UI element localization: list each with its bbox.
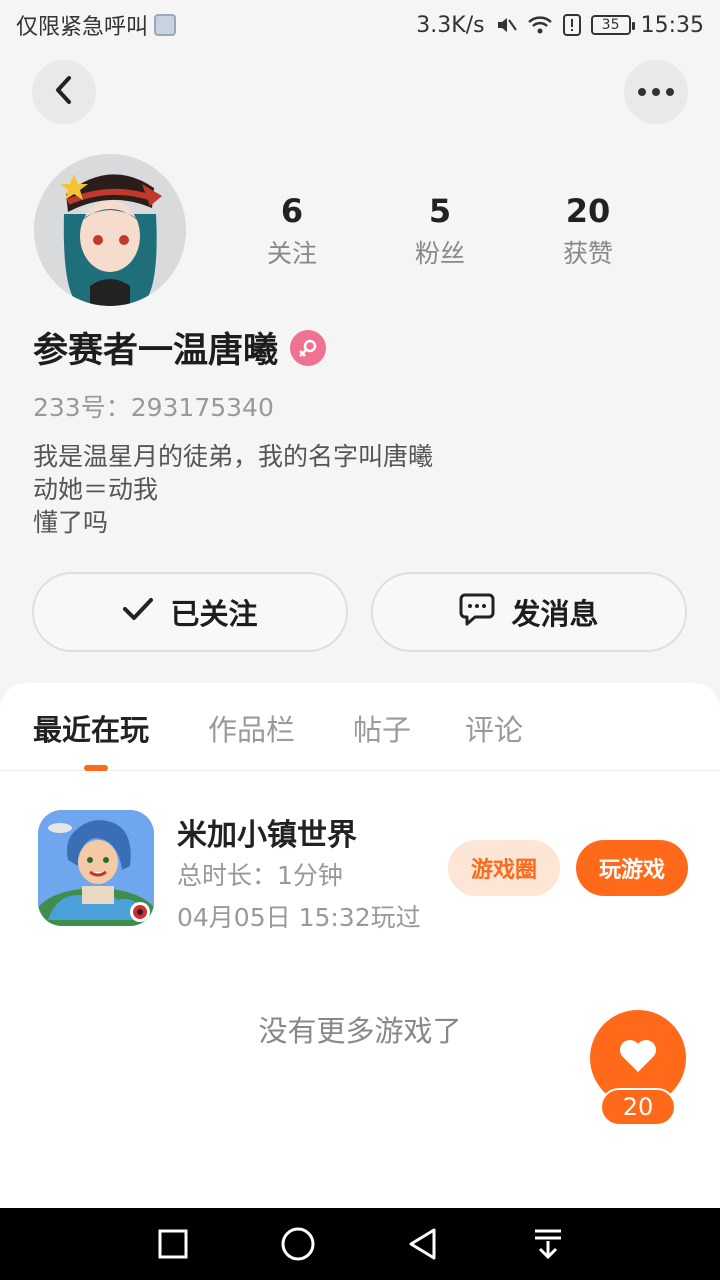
- status-right: 3.3K/s 35 15:35: [416, 13, 704, 38]
- stat-label: 关注: [266, 239, 317, 268]
- mute-icon: [495, 14, 517, 36]
- nav-back-button[interactable]: [393, 1214, 453, 1274]
- game-duration: 总时长：1分钟: [177, 861, 343, 890]
- username-row: 参赛者一温唐曦: [33, 322, 327, 373]
- profile-stats: 6 关注 5 粉丝 20 获赞: [218, 188, 662, 274]
- battery-icon: 35: [590, 15, 635, 35]
- tab-posts[interactable]: 帖子: [353, 707, 411, 749]
- game-icon[interactable]: [38, 810, 154, 926]
- send-message-label: 发消息: [511, 597, 599, 631]
- network-speed: 3.3K/s: [416, 12, 485, 38]
- game-circle-button[interactable]: 游戏圈: [448, 840, 560, 896]
- more-button[interactable]: [624, 60, 688, 124]
- heart-icon: [618, 1038, 658, 1078]
- clock: 15:35: [640, 12, 704, 38]
- avatar[interactable]: [34, 154, 186, 306]
- check-icon: [122, 595, 154, 629]
- carrier-text: 仅限紧急呼叫: [16, 15, 149, 40]
- stat-following[interactable]: 6 关注: [218, 188, 366, 274]
- game-last-played: 04月05日 15:32玩过: [177, 903, 421, 932]
- pull-down-icon: [534, 1229, 561, 1260]
- user-id: 233号：293175340: [33, 393, 274, 422]
- back-button[interactable]: [32, 60, 96, 124]
- stat-likes[interactable]: 20 获赞: [514, 188, 662, 274]
- tab-recent-play[interactable]: 最近在玩: [33, 707, 149, 749]
- active-tab-indicator: [84, 765, 108, 771]
- stat-label: 获赞: [562, 239, 613, 268]
- more-dots-icon: [638, 88, 674, 96]
- circle-icon: [281, 1227, 314, 1261]
- tab-bar: 最近在玩 作品栏 帖子 评论: [0, 683, 720, 771]
- system-nav-bar: [0, 1208, 720, 1280]
- tab-comments[interactable]: 评论: [465, 707, 523, 749]
- bio: 我是温星月的徒弟，我的名字叫唐曦 动她＝动我 懂了吗: [33, 440, 433, 539]
- send-message-button[interactable]: 发消息: [371, 572, 687, 652]
- battery-level: 35: [601, 17, 620, 33]
- content-panel: 最近在玩 作品栏 帖子 评论 米加小镇世界 总时长：1分钟 04月05日 15:…: [0, 683, 720, 1208]
- stat-followers[interactable]: 5 粉丝: [366, 188, 514, 274]
- play-game-button[interactable]: 玩游戏: [576, 840, 688, 896]
- status-bar: 仅限紧急呼叫 3.3K/s 35 15:35: [0, 0, 720, 50]
- home-button[interactable]: [268, 1214, 328, 1274]
- bio-line: 动她＝动我: [33, 475, 159, 504]
- status-left: 仅限紧急呼叫: [16, 9, 177, 41]
- following-label: 已关注: [170, 597, 258, 631]
- username: 参赛者一温唐曦: [33, 331, 279, 371]
- stat-value: 20: [565, 192, 611, 230]
- wifi-icon: [527, 14, 553, 36]
- chevron-left-icon: [53, 75, 75, 109]
- bio-line: 我是温星月的徒弟，我的名字叫唐曦: [33, 442, 434, 471]
- square-icon: [158, 1229, 187, 1259]
- female-icon: [290, 329, 327, 366]
- following-button[interactable]: 已关注: [32, 572, 348, 652]
- stat-label: 粉丝: [414, 239, 465, 268]
- notification-pull-button[interactable]: [518, 1214, 578, 1274]
- like-count-badge: 20: [600, 1088, 676, 1126]
- chat-bubble-icon: [459, 592, 495, 633]
- bio-line: 懂了吗: [33, 508, 109, 537]
- alert-icon: [562, 14, 581, 36]
- recent-apps-button[interactable]: [143, 1214, 203, 1274]
- tab-works[interactable]: 作品栏: [208, 707, 295, 749]
- stat-value: 5: [428, 192, 452, 230]
- game-title[interactable]: 米加小镇世界: [177, 810, 357, 854]
- triangle-back-icon: [409, 1228, 435, 1260]
- shield-icon: [154, 14, 177, 36]
- game-list-item[interactable]: 米加小镇世界 总时长：1分钟 04月05日 15:32玩过 游戏圈 玩游戏: [0, 808, 720, 932]
- stat-value: 6: [280, 192, 304, 230]
